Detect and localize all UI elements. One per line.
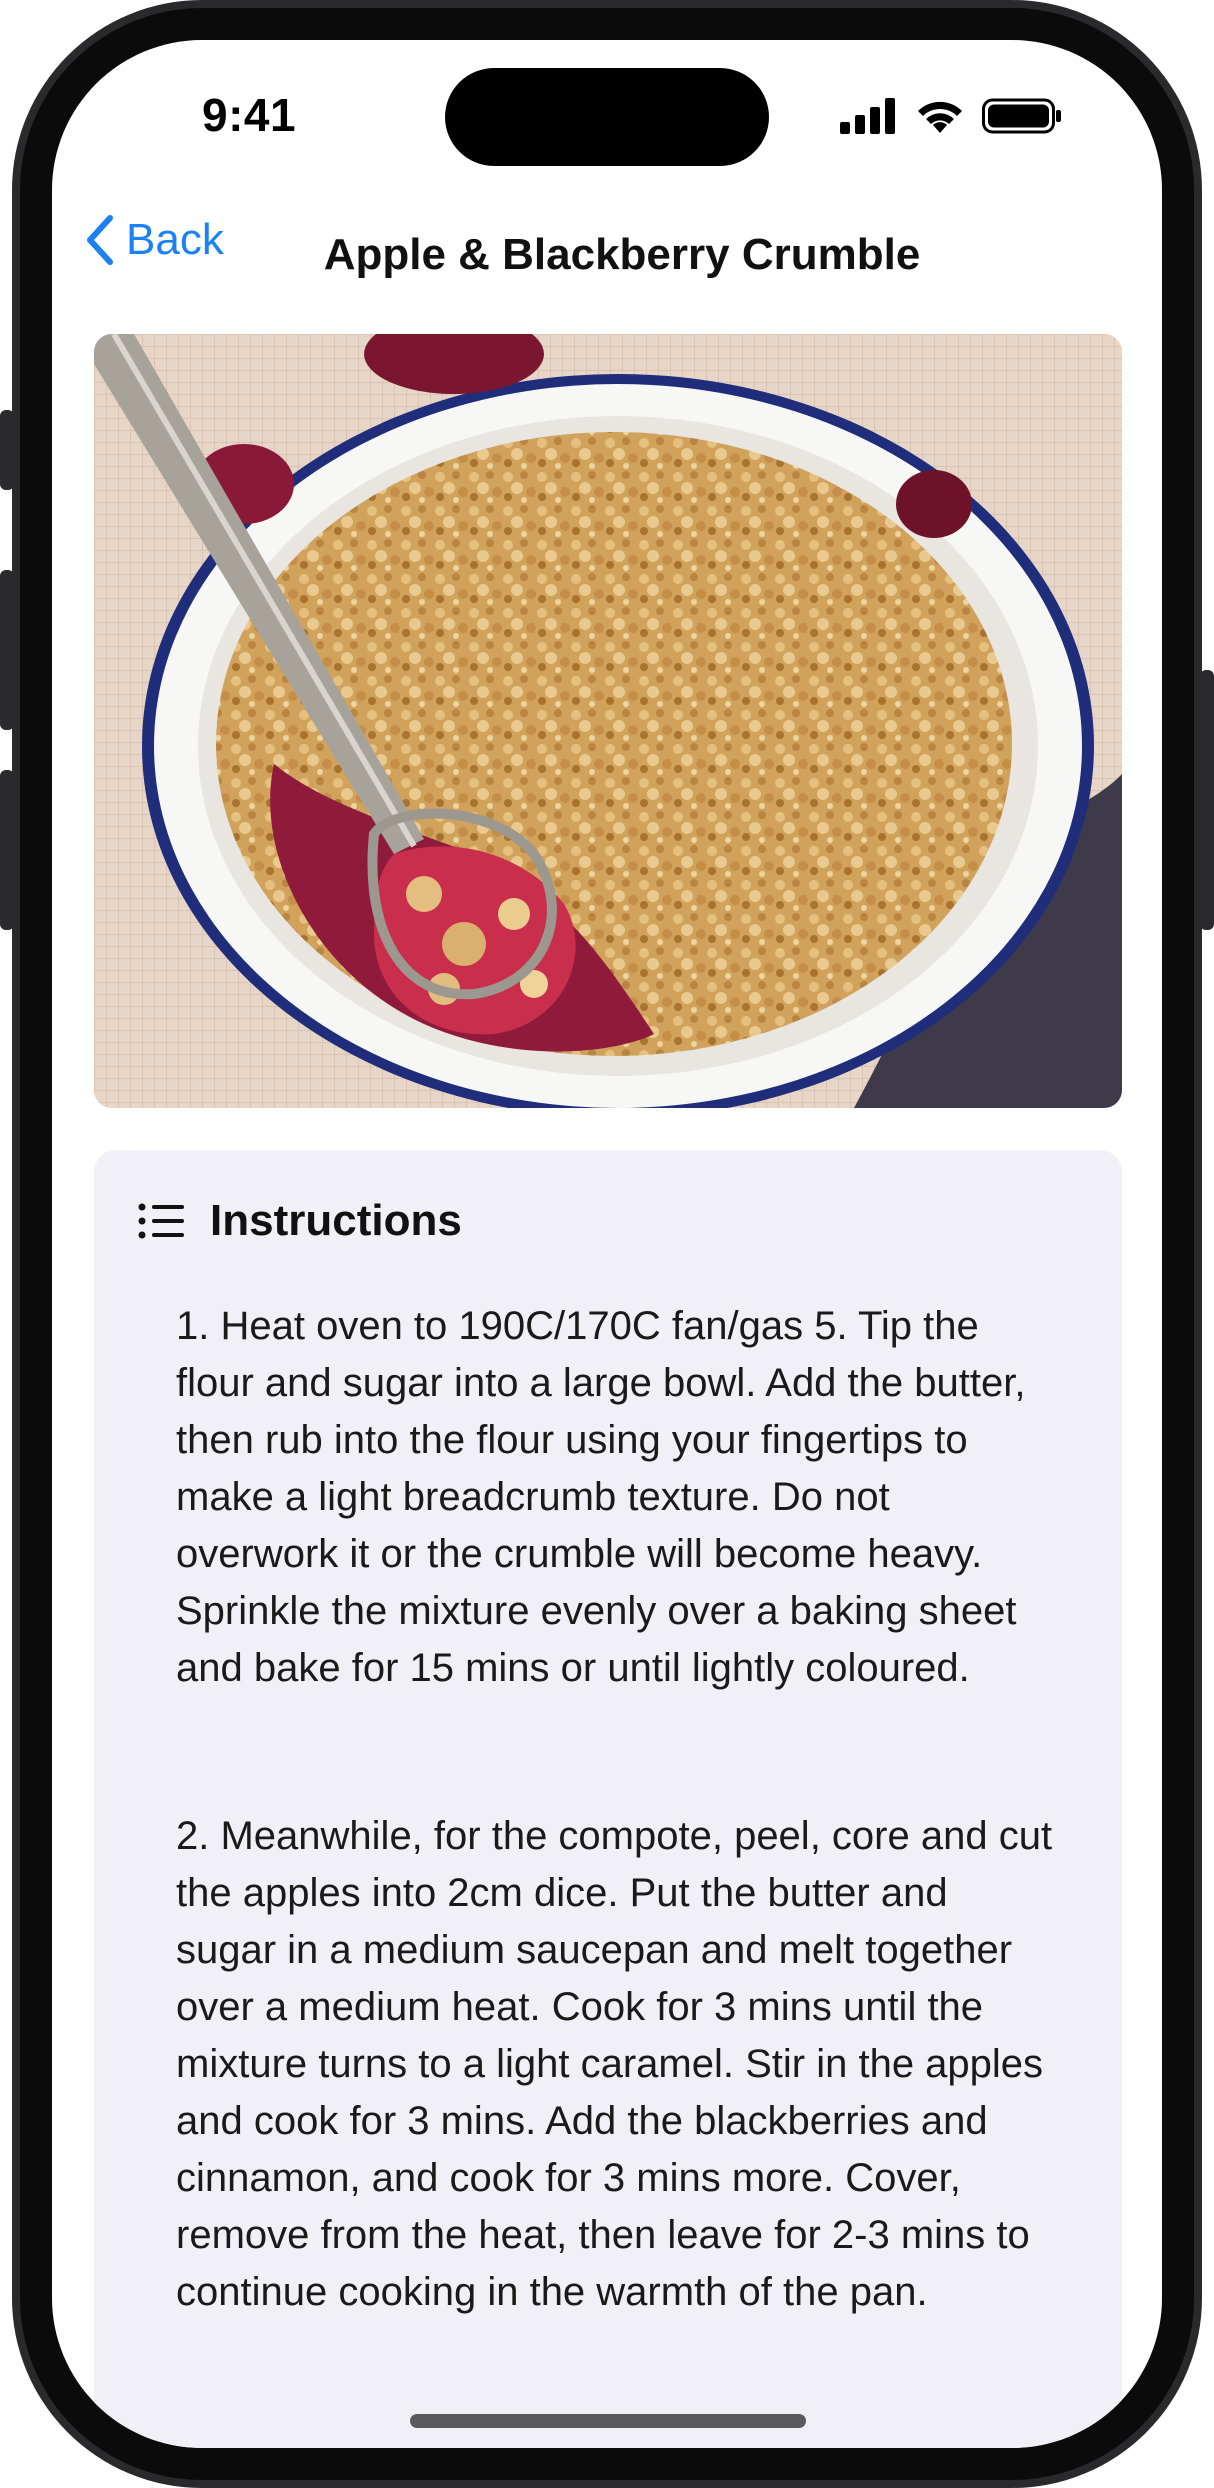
cellular-signal-icon bbox=[840, 98, 895, 134]
screen: 9:41 Back Apple & Blackberry Crumble Ins… bbox=[52, 40, 1162, 2448]
volume-down-button bbox=[0, 770, 14, 930]
instructions-header: Instructions bbox=[138, 1196, 462, 1246]
recipe-photo bbox=[94, 334, 1122, 1108]
instruction-step: 2. Meanwhile, for the compote, peel, cor… bbox=[176, 1814, 1053, 2314]
home-indicator[interactable] bbox=[410, 2414, 806, 2428]
navigation-bar: Back Apple & Blackberry Crumble bbox=[52, 190, 1162, 310]
instruction-step: 1. Heat oven to 190C/170C fan/gas 5. Tip… bbox=[176, 1304, 1026, 1690]
volume-up-button bbox=[0, 570, 14, 730]
status-icons bbox=[840, 96, 1062, 136]
status-time: 9:41 bbox=[202, 89, 297, 141]
dynamic-island bbox=[445, 68, 769, 166]
page-title: Apple & Blackberry Crumble bbox=[323, 230, 921, 279]
status-bar: 9:41 bbox=[52, 40, 1162, 190]
action-button bbox=[0, 410, 14, 490]
instructions-heading: Instructions bbox=[210, 1196, 462, 1245]
power-button bbox=[1200, 670, 1214, 930]
battery-icon bbox=[982, 98, 1061, 134]
wifi-icon bbox=[918, 101, 962, 133]
list-bullet-icon bbox=[138, 1203, 184, 1239]
instructions-card: Instructions 1. Heat oven to 190C/170C f… bbox=[94, 1150, 1122, 2448]
